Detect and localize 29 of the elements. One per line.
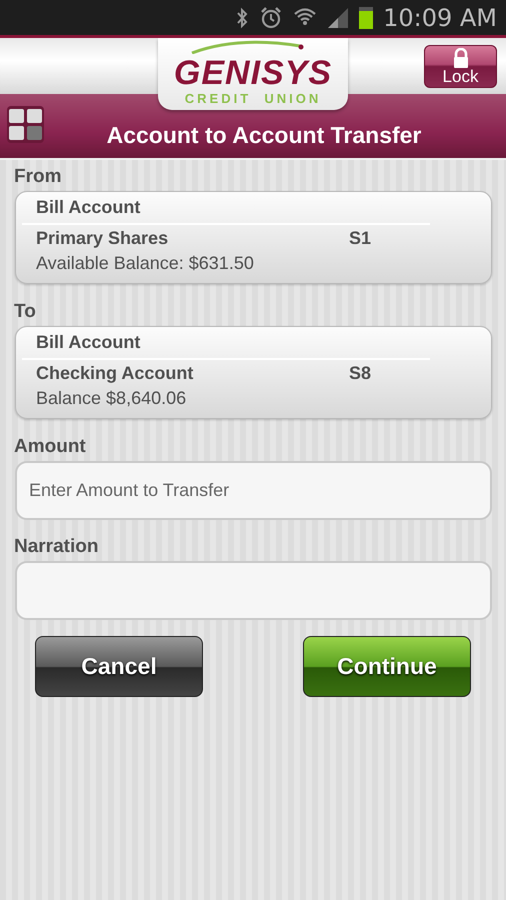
padlock-icon [452,48,470,68]
continue-button[interactable]: Continue [303,636,471,697]
bluetooth-icon [235,6,250,28]
battery-icon [359,6,374,28]
account-type: Bill Account [22,197,430,225]
logo-tagline: CREDIT UNION [184,91,322,106]
account-balance: Available Balance: $631.50 [36,253,255,274]
section-label: To [14,301,37,324]
logo-name: GENISYS [174,55,332,91]
account-balance: Balance $8,640.06 [36,388,188,409]
account-code: S1 [349,228,372,249]
section-label: From [14,166,62,189]
account-name: Checking Account [36,363,194,384]
account-type: Bill Account [22,332,430,360]
clock: 10:09 AM [383,4,497,32]
account-card[interactable]: Bill Account Checking Account S8 Balance $8,640.06 [15,326,492,419]
lock-button[interactable]: Lock [424,45,497,88]
input-field[interactable] [15,561,492,620]
field-label: Amount [14,436,87,459]
account-name: Primary Shares [36,228,170,249]
page-title: Account to Account Transfer [106,122,422,150]
field-label: Narration [14,536,100,559]
alarm-clock-icon [259,6,284,30]
input-field[interactable]: Enter Amount to Transfer [15,461,492,520]
account-card[interactable]: Bill Account Primary Shares S1 Available Balance: $631.50 [15,191,492,284]
signal-icon [327,6,350,28]
cancel-button[interactable]: Cancel [35,636,203,697]
calculator-icon[interactable] [7,106,44,143]
account-code: S8 [349,363,372,384]
